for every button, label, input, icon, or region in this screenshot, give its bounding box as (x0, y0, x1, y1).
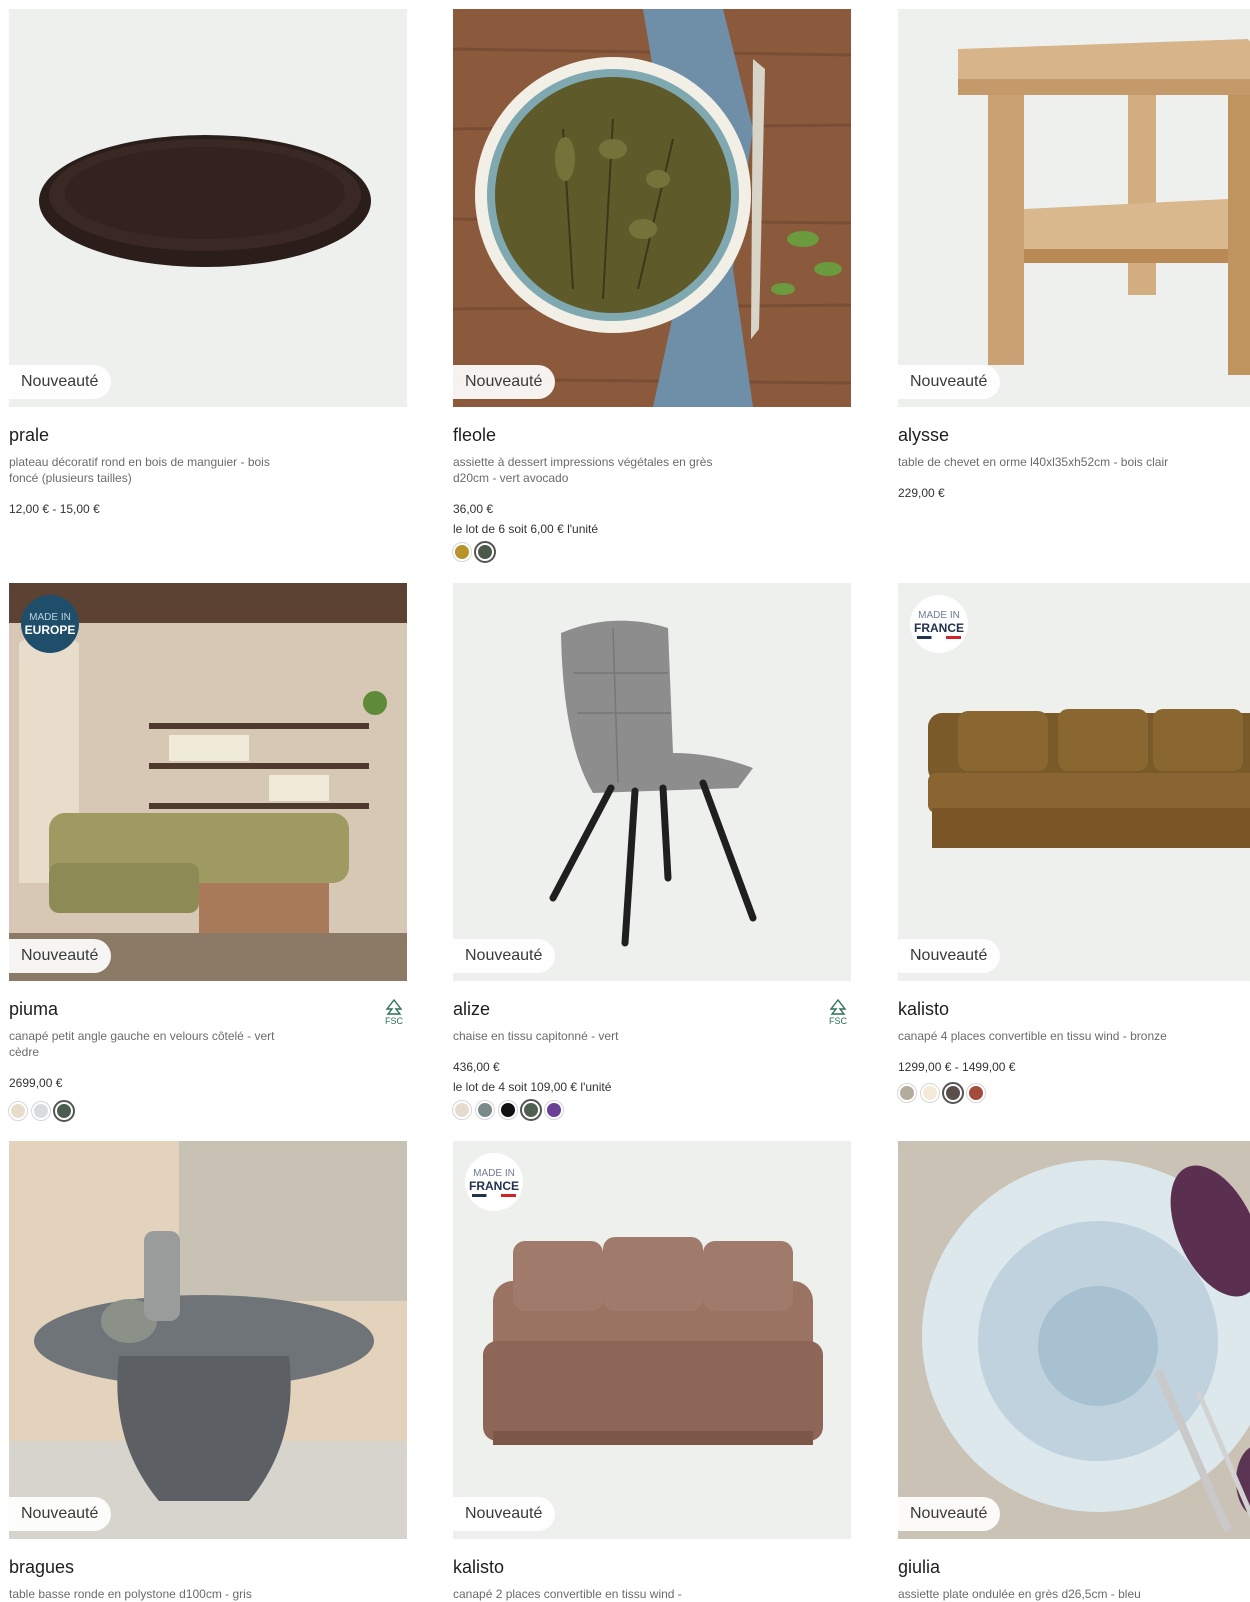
product-price: 2699,00 € (9, 1076, 63, 1090)
product-description: chaise en tissu capitonné - vert (453, 1029, 619, 1043)
fsc-icon: FSC (383, 999, 405, 1026)
product-image[interactable]: MADE IN FRANCE Nouveauté (453, 1141, 851, 1539)
product-price: 12,00 € - 15,00 € (9, 502, 100, 516)
product-image[interactable]: MADE IN FRANCE Nouveauté (898, 583, 1250, 981)
new-badge: Nouveauté (9, 365, 112, 399)
product-card-kalisto-2: MADE IN FRANCE Nouveauté kalisto canapé … (453, 1141, 851, 1602)
color-swatch[interactable] (520, 1099, 542, 1121)
product-image[interactable]: Nouveauté (9, 9, 407, 407)
color-swatch[interactable] (475, 1100, 495, 1120)
color-swatch[interactable] (8, 1101, 28, 1121)
product-name[interactable]: kalisto (453, 1557, 851, 1578)
product-price: 436,00 € (453, 1060, 500, 1074)
product-name[interactable]: alysse (898, 425, 1250, 446)
color-swatches (8, 1100, 407, 1122)
color-swatch[interactable] (498, 1100, 518, 1120)
color-swatch[interactable] (920, 1083, 940, 1103)
bedside-table-image (958, 39, 1250, 375)
product-name[interactable]: piuma (9, 999, 407, 1020)
lot-price: le lot de 4 soit 109,00 € l'unité (453, 1080, 612, 1094)
product-card-giulia: Nouveauté giulia assiette plate ondulée … (898, 1141, 1250, 1602)
made-in-europe-badge: MADE IN EUROPE (21, 595, 79, 653)
color-swatches (897, 1082, 1250, 1104)
made-in-france-badge: MADE IN FRANCE (910, 595, 968, 653)
color-swatch[interactable] (53, 1100, 75, 1122)
color-swatch[interactable] (474, 541, 496, 563)
color-swatch[interactable] (544, 1100, 564, 1120)
product-name[interactable]: fleole (453, 425, 851, 446)
new-badge: Nouveauté (9, 1497, 112, 1531)
product-image[interactable]: Nouveauté (898, 9, 1250, 407)
product-description: plateau décoratif rond en bois de mangui… (9, 455, 270, 485)
product-card-kalisto: MADE IN FRANCE Nouveauté kalisto canapé … (897, 583, 1250, 1104)
new-badge: Nouveauté (898, 939, 1001, 973)
product-card-bragues: Nouveauté bragues table basse ronde en p… (9, 1141, 407, 1602)
new-badge: Nouveauté (453, 365, 556, 399)
wooden-tray-image (39, 135, 371, 267)
product-image[interactable]: Nouveauté (453, 583, 851, 981)
color-swatches (452, 541, 851, 563)
coffee-table-image (9, 1141, 407, 1539)
product-card-piuma: MADE IN EUROPE Nouveauté FSC piuma canap… (8, 583, 407, 1122)
color-swatch[interactable] (942, 1082, 964, 1104)
color-swatches (452, 1099, 851, 1121)
product-description: assiette plate ondulée en grès d26,5cm -… (898, 1587, 1141, 1601)
product-price: 229,00 € (898, 486, 945, 500)
product-price: 1299,00 € - 1499,00 € (898, 1060, 1016, 1074)
dessert-plate-image (453, 9, 851, 407)
color-swatch[interactable] (966, 1083, 986, 1103)
product-description: table de chevet en orme l40xl35xh52cm - … (898, 455, 1169, 469)
product-card-prale: Nouveauté prale plateau décoratif rond e… (9, 9, 407, 516)
product-description: canapé 2 places convertible en tissu win… (453, 1587, 682, 1601)
color-swatch[interactable] (897, 1083, 917, 1103)
new-badge: Nouveauté (9, 939, 112, 973)
product-name[interactable]: prale (9, 425, 407, 446)
new-badge: Nouveauté (898, 1497, 1001, 1531)
lot-price: le lot de 6 soit 6,00 € l'unité (453, 522, 599, 536)
product-card-alize: Nouveauté FSC alize chaise en tissu capi… (452, 583, 851, 1121)
made-in-france-badge: MADE IN FRANCE (465, 1153, 523, 1211)
product-image[interactable]: MADE IN EUROPE Nouveauté (9, 583, 407, 981)
product-name[interactable]: alize (453, 999, 851, 1020)
product-image[interactable]: Nouveauté (898, 1141, 1250, 1539)
product-description: canapé 4 places convertible en tissu win… (898, 1029, 1167, 1043)
new-badge: Nouveauté (453, 1497, 556, 1531)
color-swatch[interactable] (452, 1100, 472, 1120)
product-description: canapé petit angle gauche en velours côt… (9, 1029, 275, 1059)
dinner-plate-image (898, 1141, 1250, 1539)
product-image[interactable]: Nouveauté (453, 9, 851, 407)
product-price: 36,00 € (453, 502, 494, 516)
product-image[interactable]: Nouveauté (9, 1141, 407, 1539)
color-swatch[interactable] (31, 1101, 51, 1121)
fsc-icon: FSC (827, 999, 849, 1026)
new-badge: Nouveauté (453, 939, 556, 973)
chair-image (549, 620, 757, 947)
product-card-fleole: Nouveauté fleole assiette à dessert impr… (452, 9, 851, 563)
product-description: table basse ronde en polystone d100cm - … (9, 1587, 252, 1601)
product-name[interactable]: bragues (9, 1557, 407, 1578)
product-name[interactable]: giulia (898, 1557, 1250, 1578)
new-badge: Nouveauté (898, 365, 1001, 399)
product-card-alysse: Nouveauté alysse table de chevet en orme… (898, 9, 1250, 500)
color-swatch[interactable] (452, 542, 472, 562)
product-description: assiette à dessert impressions végétales… (453, 455, 713, 485)
product-name[interactable]: kalisto (898, 999, 1250, 1020)
